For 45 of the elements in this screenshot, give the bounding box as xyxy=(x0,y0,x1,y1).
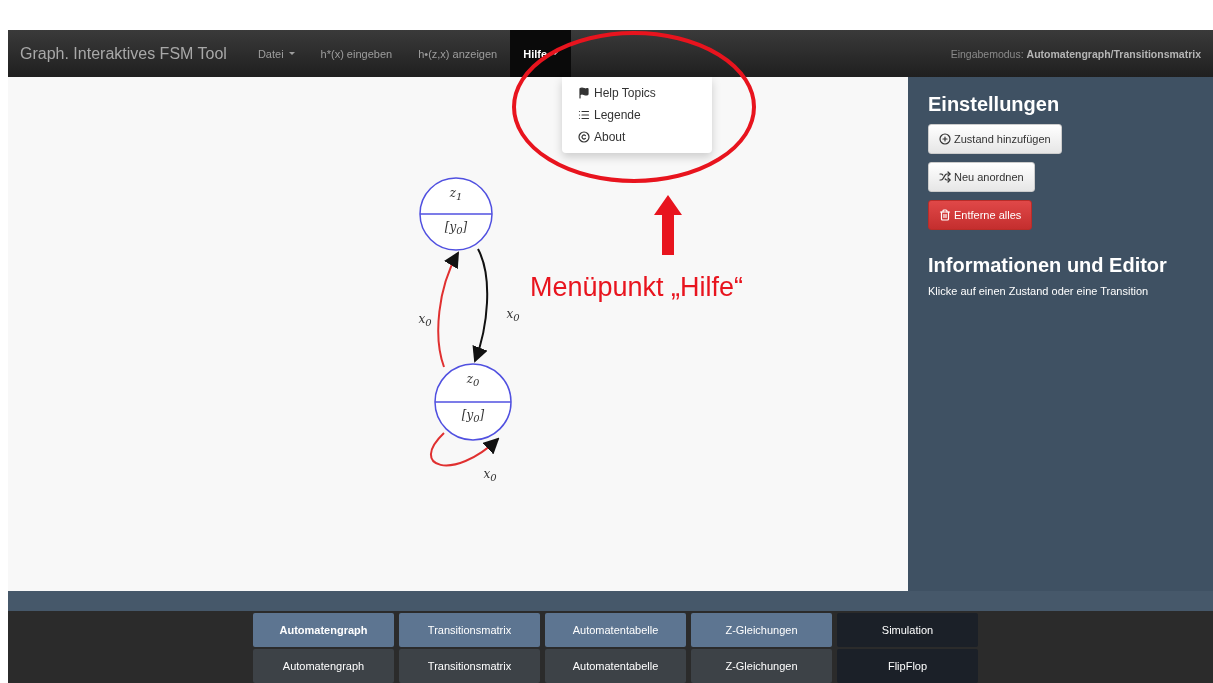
copyright-icon xyxy=(578,131,590,143)
view-tab[interactable]: Z-Gleichungen xyxy=(691,613,832,647)
info-heading: Informationen und Editor xyxy=(928,254,1167,277)
annotation-text: Menüpunkt „Hilfe“ xyxy=(530,272,744,303)
transition-arrow[interactable] xyxy=(437,251,459,368)
menu-item[interactable]: About xyxy=(562,126,712,148)
delete-all-button[interactable]: Entferne alles xyxy=(928,200,1033,230)
view-tab[interactable]: Transitionsmatrix xyxy=(399,613,540,647)
app-brand[interactable]: Graph. Interaktives FSM Tool xyxy=(20,44,227,63)
flag-icon xyxy=(578,87,590,99)
nav-menu-item[interactable]: Hilfe xyxy=(510,30,572,77)
info-text: Klicke auf einen Zustand oder eine Transition xyxy=(928,285,1149,297)
nav-menu-item[interactable]: h*(x) eingeben xyxy=(307,30,406,77)
nav-menu-item[interactable]: Datei xyxy=(244,30,308,77)
nav-menu-item[interactable]: h•(z,x) anzeigen xyxy=(405,30,511,77)
view-tab[interactable]: Automatengraph xyxy=(253,613,394,647)
menu-item[interactable]: Legende xyxy=(562,104,712,126)
state-output: [y$_{0}$] xyxy=(443,220,469,237)
state-name: z$_{0}$ xyxy=(465,372,481,389)
view-tab[interactable]: FlipFlop xyxy=(837,649,978,683)
list-icon xyxy=(578,109,590,121)
transition-label: x$_{0}$ xyxy=(482,467,498,484)
view-tab[interactable]: Automatentabelle xyxy=(545,649,686,683)
annotation-arrow xyxy=(654,195,682,255)
state-node[interactable]: z$_{0}$ [y$_{0}$] xyxy=(434,363,512,441)
view-tab[interactable]: Z-Gleichungen xyxy=(691,649,832,683)
transition-arrow[interactable] xyxy=(429,432,500,467)
transition-arrow[interactable] xyxy=(472,248,489,363)
menu-item[interactable]: Help Topics xyxy=(562,82,712,104)
shuffle-icon xyxy=(939,171,951,183)
plus-circle-icon xyxy=(939,133,951,145)
settings-button[interactable]: Neu anordnen xyxy=(928,162,1035,192)
state-node[interactable]: z$_{1}$ [y$_{0}$] xyxy=(419,177,493,251)
state-name: z$_{1}$ xyxy=(448,186,464,203)
settings-button[interactable]: Zustand hinzufügen xyxy=(928,124,1062,154)
view-tab[interactable]: Transitionsmatrix xyxy=(399,649,540,683)
view-tab[interactable]: Automatentabelle xyxy=(545,613,686,647)
transition-label: x$_{0}$ xyxy=(505,307,521,324)
input-mode-text: Eingabemodus: Automatengraph/Transitionsmatrix xyxy=(950,47,1201,60)
trash-icon xyxy=(939,209,951,221)
transition-label: x$_{0}$ xyxy=(417,312,433,329)
view-tab[interactable]: Automatengraph xyxy=(253,649,394,683)
state-output: [y$_{0}$] xyxy=(460,408,486,425)
settings-heading: Einstellungen xyxy=(928,93,1060,116)
view-tab[interactable]: Simulation xyxy=(837,613,978,647)
